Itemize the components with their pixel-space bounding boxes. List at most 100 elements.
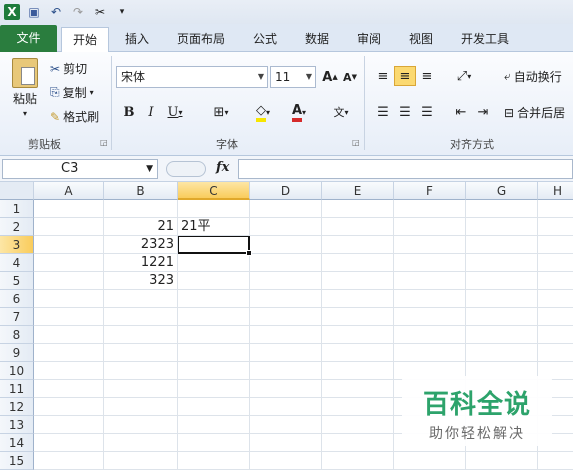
- cell-h3[interactable]: [538, 236, 573, 254]
- cell-e4[interactable]: [322, 254, 394, 272]
- increase-font-icon[interactable]: A ▲: [319, 67, 341, 87]
- cell-h9[interactable]: [538, 344, 573, 362]
- cell-g8[interactable]: [466, 326, 538, 344]
- formula-input[interactable]: [238, 159, 573, 179]
- tab-data[interactable]: 数据: [296, 27, 338, 52]
- row-header-2[interactable]: 2: [0, 218, 34, 236]
- tab-home[interactable]: 开始: [61, 27, 109, 53]
- bold-button[interactable]: B: [118, 102, 140, 122]
- cell-d6[interactable]: [250, 290, 322, 308]
- column-header-g[interactable]: G: [466, 182, 538, 200]
- row-header-14[interactable]: 14: [0, 434, 34, 452]
- cell-g2[interactable]: [466, 218, 538, 236]
- cell-a6[interactable]: [34, 290, 104, 308]
- redo-icon[interactable]: ↷: [70, 4, 86, 20]
- cell-e8[interactable]: [322, 326, 394, 344]
- cell-d13[interactable]: [250, 416, 322, 434]
- column-header-e[interactable]: E: [322, 182, 394, 200]
- cell-d9[interactable]: [250, 344, 322, 362]
- cell-d11[interactable]: [250, 380, 322, 398]
- cell-b7[interactable]: [104, 308, 178, 326]
- cell-e12[interactable]: [322, 398, 394, 416]
- cell-c4[interactable]: [178, 254, 250, 272]
- tab-insert[interactable]: 插入: [115, 27, 159, 52]
- cell-a7[interactable]: [34, 308, 104, 326]
- tab-developer[interactable]: 开发工具: [452, 27, 518, 52]
- select-all-corner[interactable]: [0, 182, 34, 200]
- column-header-a[interactable]: A: [34, 182, 104, 200]
- cell-d1[interactable]: [250, 200, 322, 218]
- cell-b11[interactable]: [104, 380, 178, 398]
- cell-d7[interactable]: [250, 308, 322, 326]
- clipboard-launcher-icon[interactable]: ◲: [100, 138, 108, 147]
- cell-a8[interactable]: [34, 326, 104, 344]
- font-name-field[interactable]: 宋体 ▼: [116, 66, 268, 88]
- cell-h15[interactable]: [538, 452, 573, 470]
- cell-b15[interactable]: [104, 452, 178, 470]
- cell-g9[interactable]: [466, 344, 538, 362]
- cell-d2[interactable]: [250, 218, 322, 236]
- cell-d8[interactable]: [250, 326, 322, 344]
- column-header-b[interactable]: B: [104, 182, 178, 200]
- cell-e9[interactable]: [322, 344, 394, 362]
- cell-b8[interactable]: [104, 326, 178, 344]
- cell-c7[interactable]: [178, 308, 250, 326]
- align-bottom-icon[interactable]: ≡: [416, 66, 438, 86]
- cell-g5[interactable]: [466, 272, 538, 290]
- align-top-icon[interactable]: ≡: [372, 66, 394, 86]
- cell-b12[interactable]: [104, 398, 178, 416]
- increase-indent-icon[interactable]: ⇥: [472, 102, 494, 122]
- cell-e10[interactable]: [322, 362, 394, 380]
- underline-button[interactable]: U ▾: [164, 102, 186, 122]
- column-header-c[interactable]: C: [178, 182, 250, 200]
- font-color-icon[interactable]: A ▾: [284, 102, 314, 122]
- cell-f2[interactable]: [394, 218, 466, 236]
- cell-e1[interactable]: [322, 200, 394, 218]
- cell-a1[interactable]: [34, 200, 104, 218]
- cell-f7[interactable]: [394, 308, 466, 326]
- name-box[interactable]: C3 ▼: [2, 159, 158, 179]
- cell-f1[interactable]: [394, 200, 466, 218]
- row-header-9[interactable]: 9: [0, 344, 34, 362]
- cell-f4[interactable]: [394, 254, 466, 272]
- cell-g3[interactable]: [466, 236, 538, 254]
- column-header-h[interactable]: H: [538, 182, 573, 200]
- cell-f3[interactable]: [394, 236, 466, 254]
- align-left-icon[interactable]: ☰: [372, 102, 394, 122]
- cell-d10[interactable]: [250, 362, 322, 380]
- align-middle-icon[interactable]: ≡: [394, 66, 416, 86]
- cell-c14[interactable]: [178, 434, 250, 452]
- cell-e13[interactable]: [322, 416, 394, 434]
- cell-b2[interactable]: 21: [104, 218, 178, 236]
- cell-d12[interactable]: [250, 398, 322, 416]
- cell-g4[interactable]: [466, 254, 538, 272]
- cell-e2[interactable]: [322, 218, 394, 236]
- cell-a2[interactable]: [34, 218, 104, 236]
- save-icon[interactable]: ▣: [26, 4, 42, 20]
- cell-h4[interactable]: [538, 254, 573, 272]
- cell-a15[interactable]: [34, 452, 104, 470]
- insert-function-icon[interactable]: fx: [216, 160, 229, 175]
- row-header-13[interactable]: 13: [0, 416, 34, 434]
- cell-f8[interactable]: [394, 326, 466, 344]
- cell-c15[interactable]: [178, 452, 250, 470]
- row-header-3[interactable]: 3: [0, 236, 34, 254]
- tab-page-layout[interactable]: 页面布局: [168, 27, 234, 52]
- cell-g6[interactable]: [466, 290, 538, 308]
- cell-b13[interactable]: [104, 416, 178, 434]
- cell-b1[interactable]: [104, 200, 178, 218]
- cell-c6[interactable]: [178, 290, 250, 308]
- cell-h2[interactable]: [538, 218, 573, 236]
- row-header-10[interactable]: 10: [0, 362, 34, 380]
- fill-handle[interactable]: [246, 250, 252, 256]
- cell-d4[interactable]: [250, 254, 322, 272]
- cell-h5[interactable]: [538, 272, 573, 290]
- customize-qat-icon[interactable]: ▾: [114, 4, 130, 20]
- cell-a12[interactable]: [34, 398, 104, 416]
- row-header-15[interactable]: 15: [0, 452, 34, 470]
- cell-c10[interactable]: [178, 362, 250, 380]
- cell-c1[interactable]: [178, 200, 250, 218]
- tab-view[interactable]: 视图: [399, 27, 443, 52]
- italic-button[interactable]: I: [140, 102, 162, 122]
- cell-e3[interactable]: [322, 236, 394, 254]
